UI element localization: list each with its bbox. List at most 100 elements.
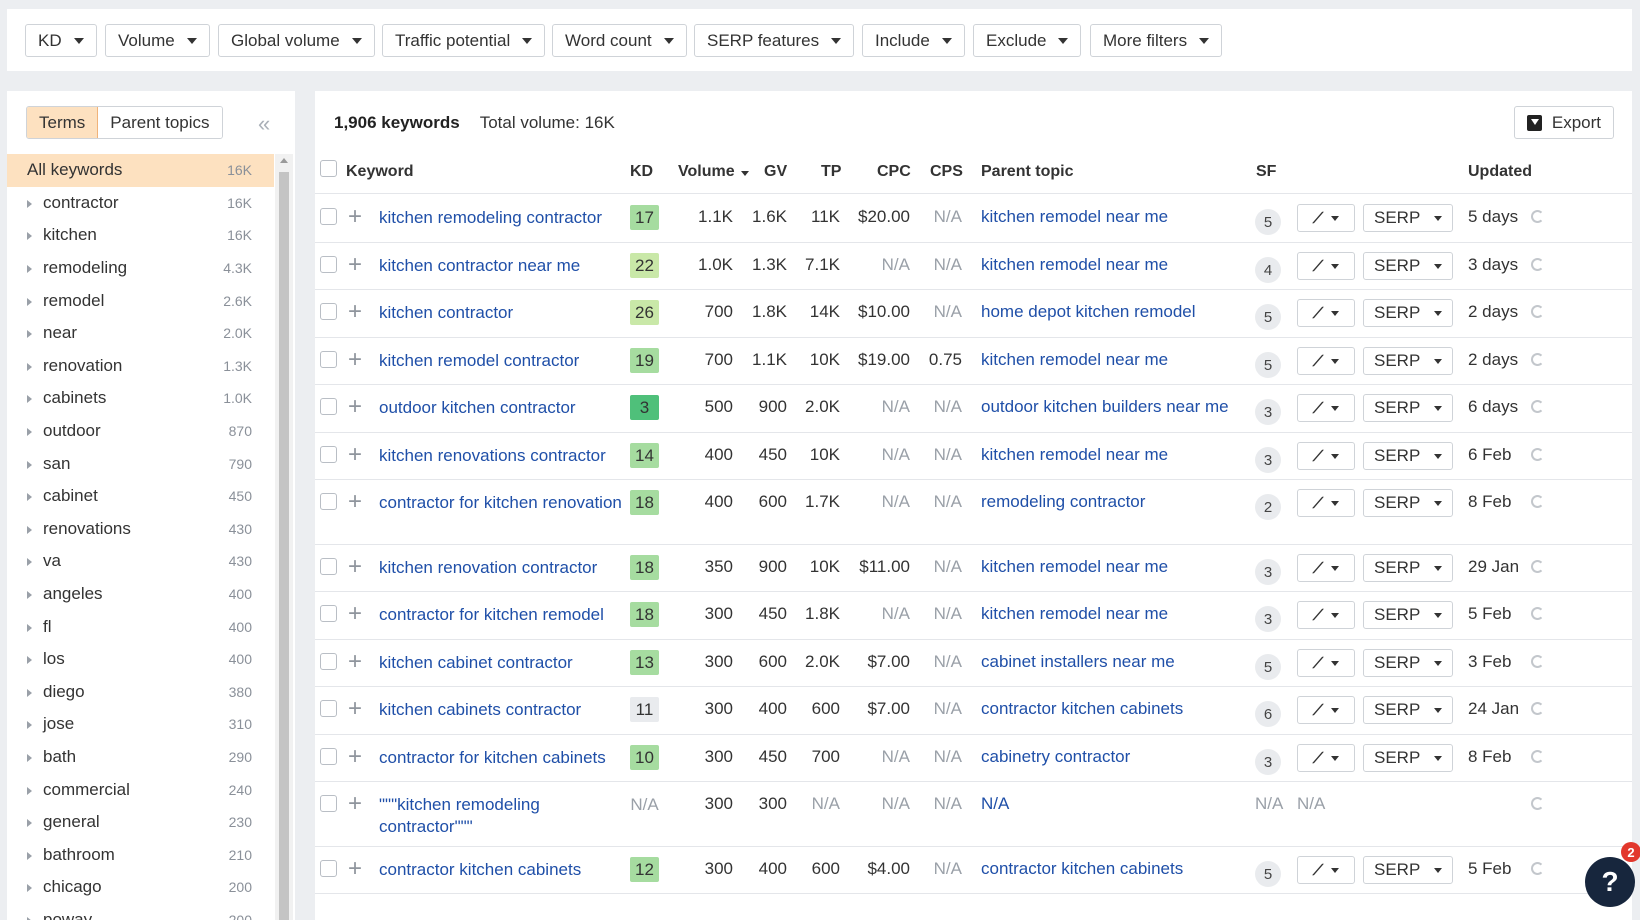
keyword-link[interactable]: contractor for kitchen cabinets [379,747,624,769]
serp-dropdown-button[interactable]: SERP [1363,696,1453,724]
refresh-icon[interactable] [1531,797,1544,810]
filter-include-dropdown[interactable]: Include [862,24,965,57]
trend-chart-button[interactable]: ⟋ [1297,489,1355,517]
keyword-link[interactable]: kitchen renovations contractor [379,445,624,467]
select-all-checkbox[interactable] [320,160,337,177]
sidebar-item-diego[interactable]: diego 380 [7,676,274,709]
trend-chart-button[interactable]: ⟋ [1297,649,1355,677]
trend-chart-button[interactable]: ⟋ [1297,252,1355,280]
sidebar-item-san[interactable]: san 790 [7,447,274,480]
add-to-list-icon[interactable]: + [348,697,362,721]
sidebar-item-angeles[interactable]: angeles 400 [7,578,274,611]
parent-topic-link[interactable]: cabinetry contractor [981,747,1130,767]
expand-arrow-icon[interactable] [27,362,32,371]
refresh-icon[interactable] [1531,305,1544,318]
expand-arrow-icon[interactable] [27,656,32,665]
collapse-sidebar-icon[interactable]: « [258,111,270,137]
serp-features-count[interactable]: 5 [1255,304,1281,330]
col-cps[interactable]: CPS [930,163,963,181]
refresh-icon[interactable] [1531,607,1544,620]
sidebar-item-commercial[interactable]: commercial 240 [7,773,274,806]
sidebar-item-contractor[interactable]: contractor 16K [7,187,274,220]
trend-chart-button[interactable]: ⟋ [1297,204,1355,232]
add-to-list-icon[interactable]: + [348,205,362,229]
serp-dropdown-button[interactable]: SERP [1363,204,1453,232]
serp-dropdown-button[interactable]: SERP [1363,489,1453,517]
sidebar-scrollbar[interactable] [275,154,293,920]
filter-exclude-dropdown[interactable]: Exclude [973,24,1082,57]
expand-arrow-icon[interactable] [27,428,32,437]
col-gv[interactable]: GV [764,163,787,181]
serp-features-count[interactable]: 6 [1255,701,1281,727]
parent-topic-link[interactable]: kitchen remodel near me [981,207,1168,227]
sidebar-item-near[interactable]: near 2.0K [7,317,274,350]
keyword-link[interactable]: kitchen renovation contractor [379,557,624,579]
serp-dropdown-button[interactable]: SERP [1363,252,1453,280]
filter-serp-features-dropdown[interactable]: SERP features [694,24,855,57]
serp-dropdown-button[interactable]: SERP [1363,347,1453,375]
add-to-list-icon[interactable]: + [348,602,362,626]
refresh-icon[interactable] [1531,400,1544,413]
parent-topic-link[interactable]: kitchen remodel near me [981,350,1168,370]
keyword-link[interactable]: """kitchen remodeling contractor""" [379,794,624,838]
row-checkbox[interactable] [320,398,337,415]
parent-topic-link[interactable]: kitchen remodel near me [981,255,1168,275]
refresh-icon[interactable] [1531,258,1544,271]
add-to-list-icon[interactable]: + [348,745,362,769]
parent-topic-link[interactable]: home depot kitchen remodel [981,302,1196,322]
refresh-icon[interactable] [1531,210,1544,223]
row-checkbox[interactable] [320,700,337,717]
sidebar-item-outdoor[interactable]: outdoor 870 [7,415,274,448]
col-volume[interactable]: Volume [678,163,749,181]
expand-arrow-icon[interactable] [27,884,32,893]
trend-chart-button[interactable]: ⟋ [1297,299,1355,327]
sidebar-item-cabinet[interactable]: cabinet 450 [7,480,274,513]
expand-arrow-icon[interactable] [27,460,32,469]
trend-chart-button[interactable]: ⟋ [1297,696,1355,724]
keyword-link[interactable]: outdoor kitchen contractor [379,397,624,419]
scrollbar-thumb[interactable] [279,172,289,920]
scroll-up-icon[interactable] [280,158,288,163]
filter-global-volume-dropdown[interactable]: Global volume [218,24,375,57]
parent-topic-link[interactable]: kitchen remodel near me [981,557,1168,577]
tab-parent-topics[interactable]: Parent topics [98,107,222,138]
expand-arrow-icon[interactable] [27,525,32,534]
serp-dropdown-button[interactable]: SERP [1363,554,1453,582]
trend-chart-button[interactable]: ⟋ [1297,856,1355,884]
row-checkbox[interactable] [320,748,337,765]
refresh-icon[interactable] [1531,353,1544,366]
serp-features-count[interactable]: 3 [1255,606,1281,632]
trend-chart-button[interactable]: ⟋ [1297,442,1355,470]
sidebar-item-general[interactable]: general 230 [7,806,274,839]
serp-features-count[interactable]: 3 [1255,749,1281,775]
keyword-link[interactable]: contractor for kitchen remodel [379,604,624,626]
expand-arrow-icon[interactable] [27,786,32,795]
parent-topic-link[interactable]: cabinet installers near me [981,652,1175,672]
serp-features-count[interactable]: 5 [1255,352,1281,378]
expand-arrow-icon[interactable] [27,753,32,762]
row-checkbox[interactable] [320,653,337,670]
refresh-icon[interactable] [1531,448,1544,461]
parent-topic-link[interactable]: outdoor kitchen builders near me [981,397,1229,417]
sidebar-item-remodel[interactable]: remodel 2.6K [7,284,274,317]
sidebar-item-va[interactable]: va 430 [7,545,274,578]
col-cpc[interactable]: CPC [877,163,911,181]
row-checkbox[interactable] [320,351,337,368]
serp-dropdown-button[interactable]: SERP [1363,649,1453,677]
trend-chart-button[interactable]: ⟋ [1297,601,1355,629]
row-checkbox[interactable] [320,558,337,575]
keyword-link[interactable]: kitchen contractor [379,302,624,324]
parent-topic-link[interactable]: contractor kitchen cabinets [981,859,1183,879]
add-to-list-icon[interactable]: + [348,792,362,816]
sidebar-item-los[interactable]: los 400 [7,643,274,676]
refresh-icon[interactable] [1531,655,1544,668]
serp-dropdown-button[interactable]: SERP [1363,299,1453,327]
trend-chart-button[interactable]: ⟋ [1297,554,1355,582]
col-kd[interactable]: KD [630,163,653,181]
expand-arrow-icon[interactable] [27,591,32,600]
filter-volume-dropdown[interactable]: Volume [105,24,210,57]
expand-arrow-icon[interactable] [27,330,32,339]
sidebar-item-kitchen[interactable]: kitchen 16K [7,219,274,252]
expand-arrow-icon[interactable] [27,232,32,241]
trend-chart-button[interactable]: ⟋ [1297,347,1355,375]
